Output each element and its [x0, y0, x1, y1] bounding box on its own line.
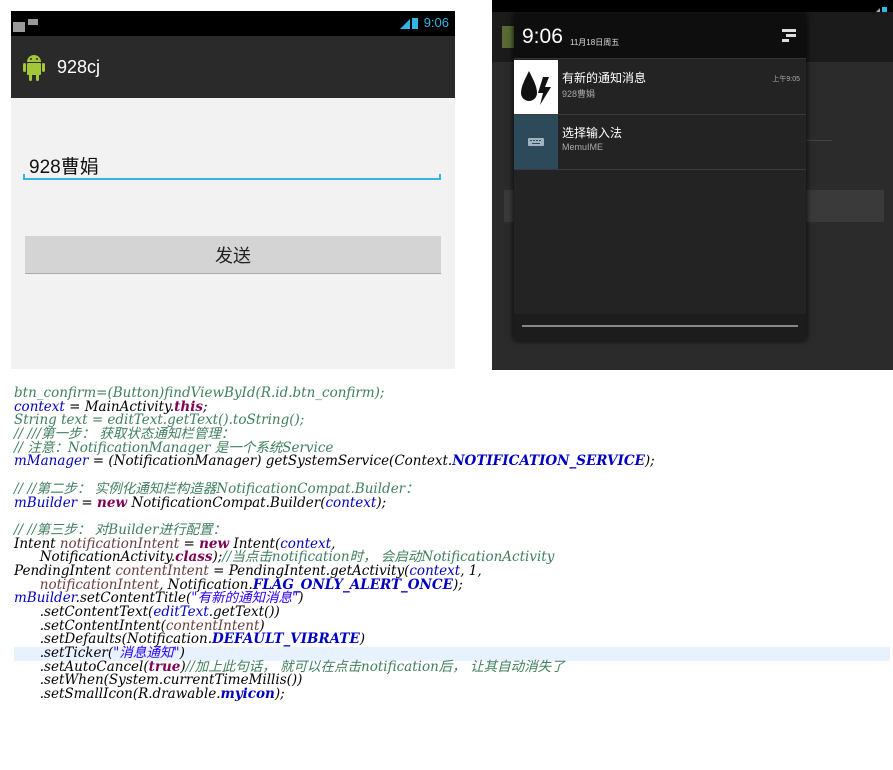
app-screenshot-main: 9:06 928cj 928曹娟 发送 — [11, 11, 455, 369]
code-token: ) — [359, 631, 366, 648]
send-button[interactable]: 发送 — [25, 236, 441, 274]
shade-bottom — [514, 314, 806, 340]
edit-text-value: 928曹娟 — [29, 157, 99, 178]
code-token: NotificationCompat.Builder( — [127, 494, 326, 511]
code-token: mBuilder — [14, 494, 78, 511]
status-notification-icons — [13, 17, 38, 36]
code-token: ); — [274, 686, 285, 703]
code-token: ); — [452, 576, 463, 593]
action-bar: 928cj — [11, 36, 455, 98]
status-time: 9:06 — [423, 15, 449, 30]
notification-text: MemuIME — [562, 142, 604, 152]
shade-time: 9:06 — [522, 25, 563, 48]
code-line: .setSmallIcon(R.drawable.myicon); — [14, 686, 890, 703]
code-token: ) — [298, 590, 304, 607]
quick-settings-icon[interactable] — [782, 29, 796, 43]
background-edit-text — [802, 130, 832, 141]
message-edit-text[interactable]: 928曹娟 — [23, 146, 441, 180]
notification-title: 有新的通知消息 — [562, 71, 647, 85]
status-bar: 9:06 — [11, 11, 455, 36]
keyboard-icon — [514, 115, 558, 169]
background-app-icon — [502, 26, 514, 48]
code-token: myicon — [220, 686, 275, 703]
code-line: mManager = (NotificationManager) getSyst… — [14, 455, 890, 469]
android-icon[interactable] — [23, 52, 45, 82]
code-line: mBuilder = new NotificationCompat.Builde… — [14, 494, 890, 511]
code-token: context — [325, 494, 377, 511]
notification-title: 选择输入法 — [562, 126, 623, 140]
water-drops-icon — [514, 60, 558, 114]
notification-time: 上午9:05 — [772, 76, 800, 83]
notification-shade-screenshot: 发送 9:06 11月18日周五 有新的通知消息 928曹娟 上午9:05 — [492, 0, 893, 370]
battery-icon — [411, 18, 418, 30]
signal-icon — [399, 18, 410, 29]
notification-text: 928曹娟 — [562, 89, 596, 99]
shade-date: 11月18日周五 — [570, 38, 620, 47]
notification-shade[interactable]: 9:06 11月18日周五 有新的通知消息 928曹娟 上午9:05 选择输入法… — [514, 14, 806, 340]
status-right: 9:06 — [399, 15, 449, 30]
code-token: new — [97, 494, 128, 511]
status-bar — [492, 0, 893, 16]
notification-item[interactable]: 选择输入法 MemuIME — [514, 115, 806, 170]
code-token: NOTIFICATION_SERVICE — [452, 453, 645, 470]
shade-drag-handle[interactable] — [522, 325, 798, 327]
app-title: 928cj — [57, 57, 101, 77]
code-token: = (NotificationManager) getSystemService… — [88, 453, 453, 470]
code-token: ); — [644, 453, 655, 470]
image-icon — [13, 22, 25, 32]
shade-header: 9:06 11月18日周五 — [514, 14, 806, 59]
code-token: ); — [376, 494, 387, 511]
notification-item[interactable]: 有新的通知消息 928曹娟 上午9:05 — [514, 60, 806, 115]
code-token: = — [77, 494, 98, 511]
code-token: .setSmallIcon(R.drawable. — [14, 686, 221, 703]
keyboard-icon — [28, 19, 38, 25]
edit-underline — [23, 174, 441, 180]
code-token: DEFAULT_VIBRATE — [212, 631, 360, 648]
code-snippet: btn_confirm=(Button)findViewById(R.id.bt… — [14, 386, 890, 703]
code-token: , 1, — [460, 562, 482, 579]
code-token: mManager — [14, 453, 89, 470]
